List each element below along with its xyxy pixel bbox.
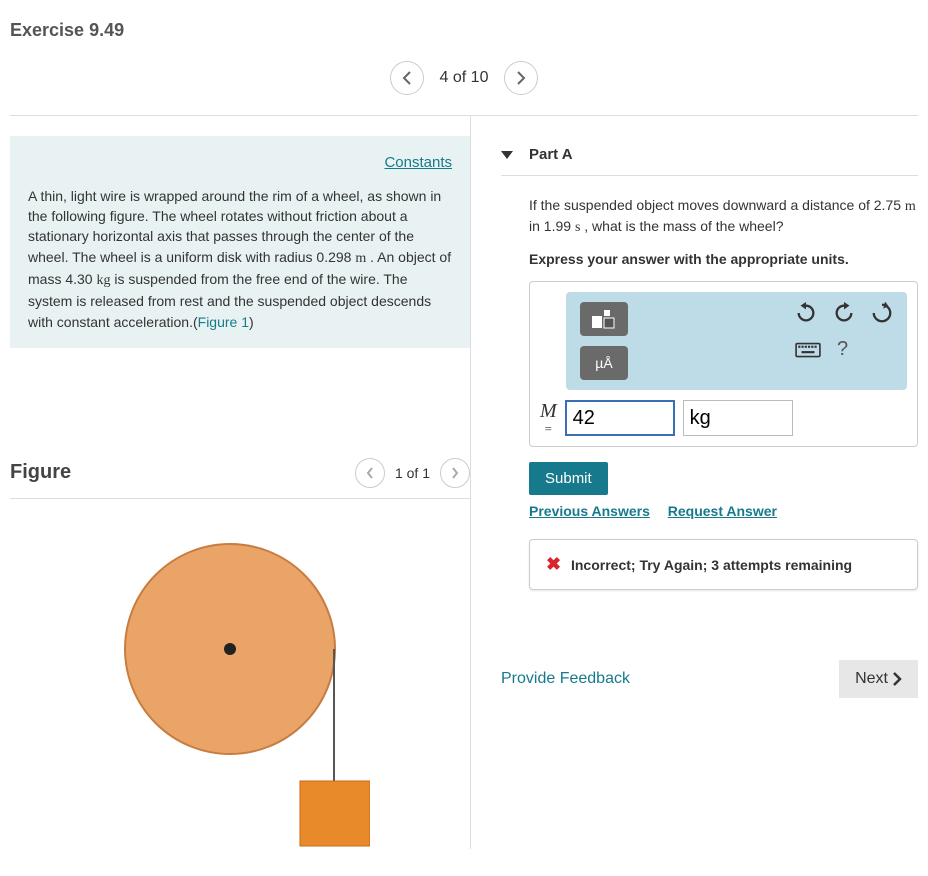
units-button[interactable]: µÅ (580, 346, 628, 380)
next-button[interactable]: Next (839, 660, 918, 698)
help-icon[interactable]: ? (837, 338, 848, 361)
keyboard-icon[interactable] (795, 342, 821, 358)
figure-position: 1 of 1 (395, 465, 430, 481)
figure-diagram (10, 529, 470, 849)
units-label: µÅ (595, 355, 612, 371)
submit-button[interactable]: Submit (529, 462, 608, 495)
next-problem-button[interactable] (504, 61, 538, 95)
answer-unit-input[interactable] (683, 400, 793, 436)
chevron-right-icon (451, 467, 459, 479)
part-title: Part A (529, 146, 573, 163)
figure-link[interactable]: Figure 1 (198, 314, 249, 330)
answer-value-input[interactable] (565, 400, 675, 436)
templates-icon (591, 309, 617, 329)
problem-nav: 4 of 10 (10, 61, 918, 95)
problem-position: 4 of 10 (440, 69, 489, 87)
next-label: Next (855, 670, 888, 688)
q-seg: in 1.99 (529, 218, 575, 234)
q-seg: If the suspended object moves downward a… (529, 197, 905, 213)
variable-label: M = (540, 401, 557, 436)
request-answer-link[interactable]: Request Answer (668, 503, 777, 519)
answer-area: µÅ ? (529, 281, 918, 447)
chevron-right-icon (516, 71, 526, 85)
unit-m: m (905, 199, 916, 214)
chevron-right-icon (892, 672, 902, 686)
q-seg: , what is the mass of the wheel? (580, 218, 783, 234)
caret-down-icon (501, 151, 513, 159)
figure-next-button[interactable] (440, 458, 470, 488)
answer-instruction: Express your answer with the appropriate… (529, 251, 918, 267)
answer-toolbar: µÅ ? (566, 292, 907, 390)
problem-text: ) (249, 314, 254, 330)
incorrect-icon: ✖ (546, 554, 561, 574)
templates-button[interactable] (580, 302, 628, 336)
part-a-toggle[interactable]: Part A (501, 146, 918, 176)
prev-problem-button[interactable] (390, 61, 424, 95)
reset-icon[interactable] (871, 302, 893, 324)
chevron-left-icon (366, 467, 374, 479)
constants-link[interactable]: Constants (28, 152, 452, 174)
unit-kg: kg (96, 273, 110, 288)
redo-icon[interactable] (833, 302, 855, 324)
exercise-title: Exercise 9.49 (10, 20, 918, 41)
undo-icon[interactable] (795, 302, 817, 324)
provide-feedback-link[interactable]: Provide Feedback (501, 670, 630, 688)
problem-statement: Constants A thin, light wire is wrapped … (10, 136, 470, 348)
chevron-left-icon (402, 71, 412, 85)
unit-m: m (355, 251, 366, 266)
feedback-text: Incorrect; Try Again; 3 attempts remaini… (571, 557, 852, 573)
question-text: If the suspended object moves downward a… (529, 196, 918, 237)
figure-prev-button[interactable] (355, 458, 385, 488)
figure-heading: Figure (10, 461, 71, 484)
figure-nav: 1 of 1 (355, 458, 470, 488)
previous-answers-link[interactable]: Previous Answers (529, 503, 650, 519)
feedback-message: ✖ Incorrect; Try Again; 3 attempts remai… (529, 539, 918, 590)
